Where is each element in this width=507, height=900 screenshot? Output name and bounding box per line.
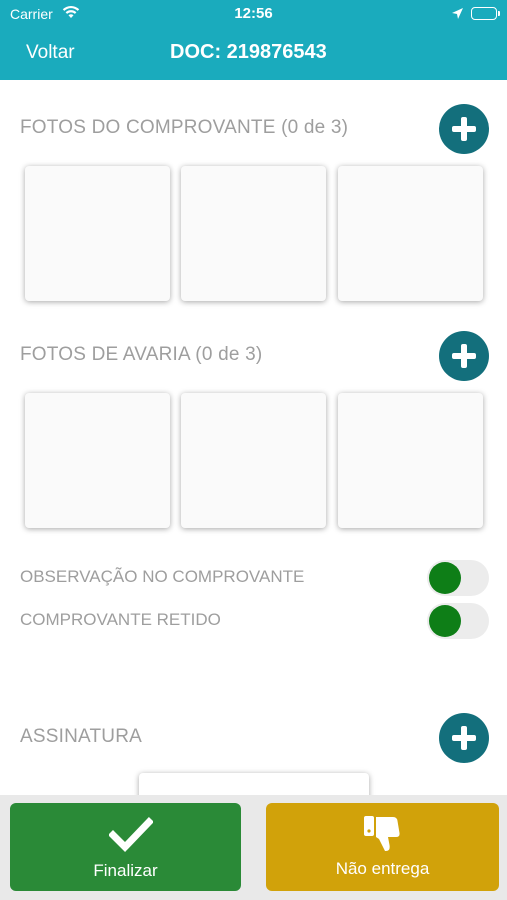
toggle-knob [429,562,461,594]
photo-slot-comprovante-3[interactable] [338,166,483,301]
finalizar-label: Finalizar [93,861,158,880]
toggle-knob [429,605,461,637]
battery-icon [471,7,500,20]
location-arrow-icon [451,7,464,25]
add-photo-comprovante-button[interactable] [439,104,489,154]
finalizar-button[interactable]: Finalizar [10,803,241,891]
nav-bar: Voltar DOC: 219876543 [0,30,507,80]
page-title: DOC: 219876543 [170,41,327,63]
photo-slot-comprovante-1[interactable] [25,166,170,301]
section-title-comprovante: FOTOS DO COMPROVANTE (0 de 3) [20,117,349,138]
toggle-label-retido: COMPROVANTE RETIDO [20,610,221,629]
thumbs-down-icon [362,812,404,859]
back-button[interactable]: Voltar [26,42,75,64]
photo-slot-avaria-2[interactable] [181,393,326,528]
add-signature-button[interactable] [439,713,489,763]
toggle-observacao[interactable] [427,560,489,596]
section-title-assinatura: ASSINATURA [20,726,143,747]
toggle-label-observacao: OBSERVAÇÃO NO COMPROVANTE [20,567,305,586]
checkmark-icon [108,817,154,858]
nao-entrega-button[interactable]: Não entrega [266,803,499,891]
photo-slot-avaria-1[interactable] [25,393,170,528]
photo-slot-comprovante-2[interactable] [181,166,326,301]
toggle-retido[interactable] [427,603,489,639]
section-title-avaria: FOTOS DE AVARIA (0 de 3) [20,344,263,365]
add-photo-avaria-button[interactable] [439,331,489,381]
status-bar: Carrier 12:56 [0,0,507,30]
clock: 12:56 [234,5,273,22]
nao-entrega-label: Não entrega [335,859,430,878]
photo-slot-avaria-3[interactable] [338,393,483,528]
